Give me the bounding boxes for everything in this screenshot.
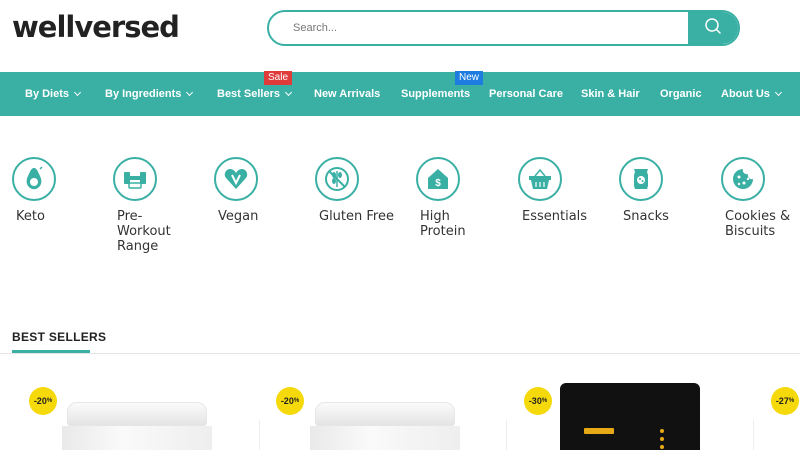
nav-item-organic[interactable]: Organic bbox=[660, 72, 702, 116]
search-button[interactable] bbox=[688, 12, 738, 44]
category-label: Vegan bbox=[218, 209, 259, 224]
product-card[interactable]: -27% bbox=[755, 380, 800, 450]
svg-text:$: $ bbox=[435, 178, 441, 189]
basket-icon bbox=[518, 157, 562, 201]
product-jar-body bbox=[310, 426, 460, 450]
category-snacks[interactable]: Snacks bbox=[619, 157, 709, 224]
discount-unit: % bbox=[46, 398, 53, 404]
chevron-down-icon bbox=[774, 88, 782, 96]
vegan-heart-icon bbox=[214, 157, 258, 201]
protein-house-icon: $ bbox=[416, 157, 460, 201]
pouch-dot bbox=[660, 437, 664, 441]
chevron-down-icon bbox=[73, 88, 82, 96]
nav-label: Personal Care bbox=[489, 88, 563, 100]
nav-item-personal-care[interactable]: Personal Care bbox=[489, 72, 563, 116]
product-card[interactable]: -20% bbox=[260, 380, 505, 450]
discount-unit: % bbox=[788, 398, 795, 404]
search-bar bbox=[267, 10, 740, 46]
pouch-dot bbox=[660, 445, 664, 449]
product-image bbox=[560, 383, 700, 450]
product-card[interactable]: -30% bbox=[507, 380, 752, 450]
snack-pack-icon bbox=[619, 157, 663, 201]
category-label: Cookies & Biscuits bbox=[725, 209, 791, 239]
product-image bbox=[67, 402, 207, 426]
main-nav: By Diets By Ingredients Best Sellers Sal… bbox=[0, 71, 800, 116]
category-keto[interactable]: Keto bbox=[12, 157, 102, 224]
nav-item-by-diets[interactable]: By Diets bbox=[25, 72, 82, 116]
product-image bbox=[315, 402, 455, 426]
discount-value: -20 bbox=[280, 396, 294, 406]
discount-value: -20 bbox=[33, 396, 47, 406]
discount-unit: % bbox=[541, 398, 548, 404]
nav-item-by-ingredients[interactable]: By Ingredients bbox=[105, 72, 194, 116]
no-wheat-icon bbox=[315, 157, 359, 201]
dumbbell-icon bbox=[113, 157, 157, 201]
category-label: Pre- Workout Range bbox=[117, 209, 171, 254]
nav-item-supplements[interactable]: Supplements New bbox=[401, 71, 484, 116]
discount-badge: -30% bbox=[524, 387, 552, 415]
section-divider bbox=[0, 353, 800, 354]
nav-item-skin-hair[interactable]: Skin & Hair bbox=[581, 72, 640, 116]
new-badge: New bbox=[455, 71, 484, 85]
product-card[interactable]: -20% bbox=[12, 380, 257, 450]
sale-badge: Sale bbox=[264, 71, 293, 85]
avocado-icon bbox=[12, 157, 56, 201]
discount-value: -27 bbox=[775, 396, 789, 406]
search-input[interactable] bbox=[293, 12, 683, 44]
category-vegan[interactable]: Vegan bbox=[214, 157, 304, 224]
category-pre-workout-range[interactable]: Pre- Workout Range bbox=[113, 157, 203, 254]
nav-item-best-sellers[interactable]: Best Sellers Sale bbox=[217, 71, 293, 116]
category-gluten-free[interactable]: Gluten Free bbox=[315, 157, 405, 224]
category-essentials[interactable]: Essentials bbox=[518, 157, 608, 224]
category-high-protein[interactable]: $ High Protein bbox=[416, 157, 506, 239]
category-cookies-biscuits[interactable]: Cookies & Biscuits bbox=[721, 157, 800, 239]
nav-label: Supplements bbox=[401, 88, 471, 100]
nav-label: About Us bbox=[721, 88, 770, 100]
discount-value: -30 bbox=[528, 396, 542, 406]
site-header: wellversed bbox=[0, 0, 800, 72]
discount-badge: -20% bbox=[276, 387, 304, 415]
pouch-dot bbox=[660, 429, 664, 433]
nav-label: By Ingredients bbox=[105, 88, 182, 100]
category-label: Gluten Free bbox=[319, 209, 394, 224]
nav-item-about-us[interactable]: About Us bbox=[721, 72, 782, 116]
category-label: Snacks bbox=[623, 209, 669, 224]
discount-badge: -20% bbox=[29, 387, 57, 415]
discount-badge: -27% bbox=[771, 387, 799, 415]
brand-logo[interactable]: wellversed bbox=[12, 10, 180, 44]
chevron-down-icon bbox=[284, 88, 293, 96]
discount-unit: % bbox=[293, 398, 300, 404]
nav-label: New Arrivals bbox=[314, 88, 381, 100]
chevron-down-icon bbox=[186, 88, 194, 96]
nav-label: Skin & Hair bbox=[581, 88, 640, 100]
category-label: Keto bbox=[16, 209, 45, 224]
product-divider bbox=[753, 420, 754, 450]
nav-label: Organic bbox=[660, 88, 702, 100]
category-label: Essentials bbox=[522, 209, 588, 224]
nav-label: By Diets bbox=[25, 88, 70, 100]
nav-label: Best Sellers bbox=[217, 88, 280, 100]
category-label: High Protein bbox=[420, 209, 466, 239]
section-title-best-sellers: BEST SELLERS bbox=[12, 330, 107, 344]
cookie-icon bbox=[721, 157, 765, 201]
product-jar-body bbox=[62, 426, 212, 450]
search-icon bbox=[704, 17, 722, 40]
nav-item-new-arrivals[interactable]: New Arrivals bbox=[314, 72, 380, 116]
pouch-label bbox=[584, 428, 614, 434]
